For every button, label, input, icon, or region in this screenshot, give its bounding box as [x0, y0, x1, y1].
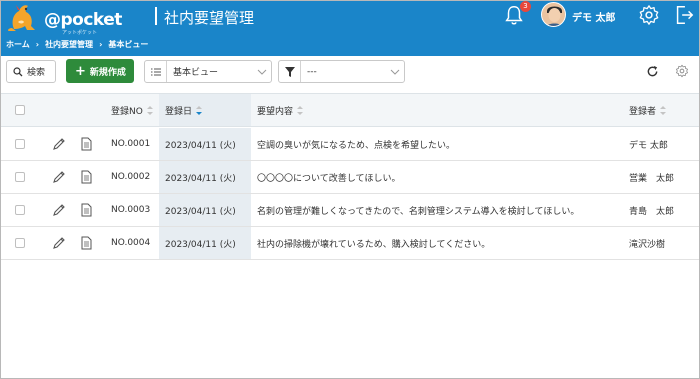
app-header: @pocket アットポケット 社内要望管理 ホーム › 社内要望管理 › 基本…: [0, 0, 700, 56]
document-icon[interactable]: [80, 227, 92, 259]
table-row[interactable]: NO.0004 2023/04/11 (火) 社内の掃除機が壊れているため、購入…: [1, 227, 699, 260]
cell-user: デモ 太郎: [629, 140, 668, 151]
chevron-down-icon: [390, 69, 400, 75]
user-avatar[interactable]: [541, 2, 566, 27]
view-select-value: 基本ビュー: [173, 68, 219, 78]
breadcrumb: ホーム › 社内要望管理 › 基本ビュー: [6, 39, 148, 50]
pencil-icon[interactable]: [52, 194, 66, 226]
document-icon[interactable]: [80, 128, 92, 160]
sort-icon: [146, 105, 153, 115]
pencil-icon[interactable]: [52, 128, 66, 160]
table-row[interactable]: NO.0001 2023/04/11 (火) 空調の臭いが気になるため、点検を希…: [1, 128, 699, 161]
document-icon[interactable]: [80, 194, 92, 226]
sort-icon: [196, 105, 203, 115]
table-header: 登録NO 登録日 要望内容 登録者: [1, 93, 699, 127]
cell-date: 2023/04/11 (火): [159, 128, 251, 160]
new-record-button[interactable]: + 新規作成: [66, 59, 134, 83]
cell-no: NO.0002: [111, 172, 151, 182]
row-checkbox[interactable]: [15, 139, 25, 149]
cell-request: 〇〇〇〇について改善してほしい。: [257, 173, 401, 184]
breadcrumb-separator: ›: [99, 40, 103, 49]
logo-subtext: アットポケット: [62, 30, 98, 36]
filter-select[interactable]: ---: [278, 60, 405, 83]
logo-text: @pocket: [44, 10, 122, 30]
view-select[interactable]: 基本ビュー: [144, 60, 272, 83]
row-checkbox-cell: [15, 161, 25, 193]
select-all-checkbox[interactable]: [15, 105, 25, 115]
title-divider: [155, 7, 157, 25]
cell-user: 営業 太郎: [629, 173, 675, 184]
gear-icon[interactable]: [638, 4, 660, 26]
cell-request: 空調の臭いが気になるため、点検を希望したい。: [257, 140, 456, 151]
search-button-label: 検索: [27, 68, 46, 78]
row-checkbox-cell: [15, 128, 25, 160]
notification-badge: 3: [520, 1, 531, 12]
list-icon: [145, 61, 167, 82]
column-header-no[interactable]: 登録NO: [111, 94, 163, 126]
plus-icon: +: [75, 63, 86, 79]
column-header-user[interactable]: 登録者: [629, 94, 667, 126]
avatar-portrait-icon: [542, 3, 565, 26]
search-button[interactable]: 検索: [6, 60, 56, 83]
toolbar: 検索 + 新規作成 基本ビュー ---: [0, 56, 700, 88]
filter-select-value: ---: [307, 66, 317, 77]
logout-icon[interactable]: [673, 4, 695, 26]
breadcrumb-separator: ›: [35, 40, 40, 49]
cell-request: 名刺の管理が難しくなってきたので、名刺管理システム導入を検討してほしい。: [257, 206, 580, 217]
row-checkbox[interactable]: [15, 238, 25, 248]
table-row[interactable]: NO.0003 2023/04/11 (火) 名刺の管理が難しくなってきたので、…: [1, 194, 699, 227]
new-record-label: 新規作成: [89, 67, 126, 78]
app-logo[interactable]: @pocket アットポケット: [6, 2, 122, 36]
kangaroo-logo-icon: [8, 5, 35, 31]
pencil-icon[interactable]: [52, 227, 66, 259]
breadcrumb-view: 基本ビュー: [108, 40, 149, 49]
search-icon: [13, 66, 23, 76]
filter-icon: [279, 61, 301, 82]
select-all-checkbox-cell: [15, 94, 25, 126]
breadcrumb-home[interactable]: ホーム: [6, 39, 30, 50]
cell-no: NO.0003: [111, 205, 151, 215]
row-checkbox-cell: [15, 194, 25, 226]
cell-user: 滝沢沙樹: [629, 239, 666, 250]
cell-user: 青島 太郎: [629, 206, 675, 217]
cell-request: 社内の掃除機が壊れているため、購入検討してください。: [257, 239, 491, 250]
cell-no: NO.0001: [111, 139, 151, 149]
cell-date: 2023/04/11 (火): [159, 194, 251, 226]
chevron-down-icon: [257, 69, 267, 75]
column-header-request[interactable]: 要望内容: [257, 94, 304, 126]
cell-date: 2023/04/11 (火): [159, 161, 251, 193]
column-header-request-label: 要望内容: [257, 106, 294, 117]
reload-icon[interactable]: [646, 65, 659, 78]
column-header-user-label: 登録者: [629, 106, 657, 117]
cell-no: NO.0004: [111, 238, 151, 248]
cell-date: 2023/04/11 (火): [159, 227, 251, 259]
user-name[interactable]: デモ 太郎: [572, 9, 615, 24]
document-icon[interactable]: [80, 161, 92, 193]
gear-icon[interactable]: [675, 64, 689, 78]
app-title: 社内要望管理: [164, 9, 255, 27]
row-checkbox-cell: [15, 227, 25, 259]
column-header-date-label: 登録日: [165, 106, 193, 117]
pencil-icon[interactable]: [52, 161, 66, 193]
sort-icon: [660, 105, 667, 115]
breadcrumb-app[interactable]: 社内要望管理: [45, 39, 93, 50]
row-checkbox[interactable]: [15, 205, 25, 215]
column-header-date[interactable]: 登録日: [159, 94, 251, 126]
table-row[interactable]: NO.0002 2023/04/11 (火) 〇〇〇〇について改善してほしい。 …: [1, 161, 699, 194]
sort-icon: [297, 105, 304, 115]
row-checkbox[interactable]: [15, 172, 25, 182]
column-header-no-label: 登録NO: [111, 106, 143, 117]
